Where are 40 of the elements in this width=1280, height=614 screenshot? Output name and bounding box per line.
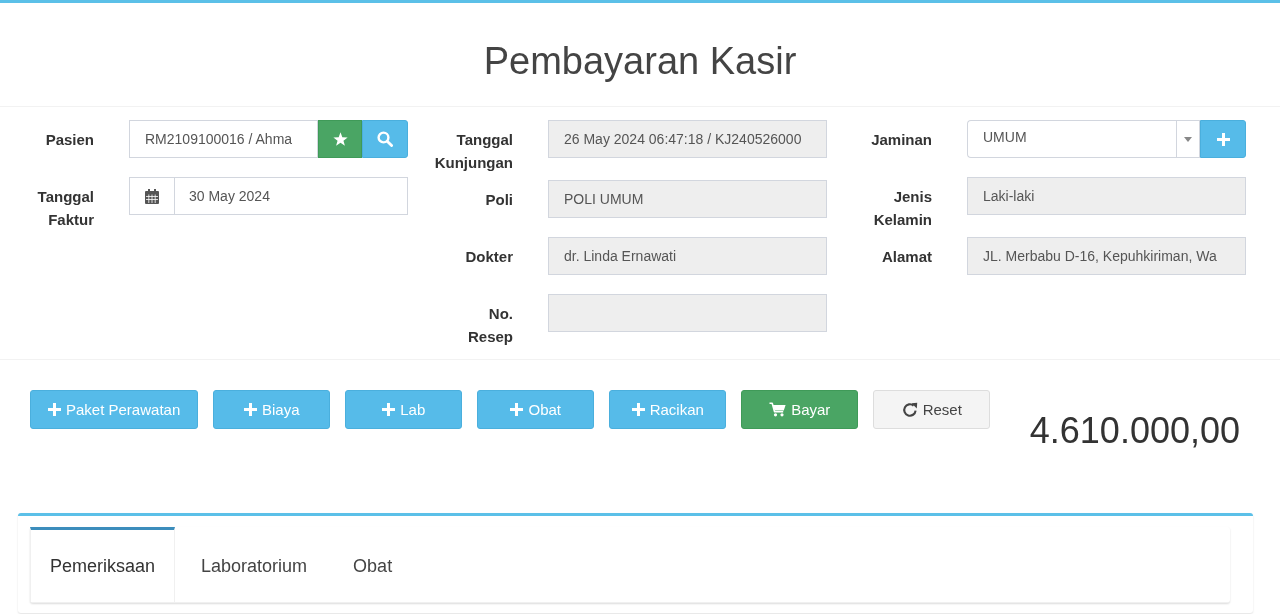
date-field[interactable]: 30 May 2024 xyxy=(175,177,408,215)
reset-button[interactable]: Reset xyxy=(873,390,991,429)
plus-icon xyxy=(1216,132,1230,146)
select-field[interactable]: UMUM xyxy=(967,120,1200,158)
plus-icon xyxy=(510,403,524,416)
field-label: Jaminan xyxy=(871,130,932,150)
text-field[interactable]: dr. Linda Ernawati xyxy=(548,237,827,275)
text-field[interactable] xyxy=(548,294,827,332)
refresh-icon xyxy=(901,401,918,418)
text-field[interactable]: 26 May 2024 06:47:18 / KJ240526000 xyxy=(548,120,827,158)
tab[interactable]: Pemeriksaan xyxy=(30,527,176,602)
field-label: No. Resep xyxy=(468,304,513,347)
field-label: Jenis Kelamin xyxy=(873,187,932,230)
plus-icon xyxy=(382,403,396,416)
star-icon xyxy=(332,132,348,146)
cart-icon xyxy=(769,402,787,417)
add-button[interactable] xyxy=(1200,120,1246,158)
text-field[interactable]: Laki-laki xyxy=(967,177,1246,215)
plus-icon xyxy=(631,403,645,416)
caret-icon xyxy=(1184,136,1192,142)
page-title: Pembayaran Kasir xyxy=(483,39,797,84)
plus-icon xyxy=(244,403,257,416)
calendar-icon xyxy=(145,188,159,204)
tab[interactable]: Obat xyxy=(333,527,413,602)
calendar-button[interactable] xyxy=(129,177,175,215)
total-amount: 4.610.000,00 xyxy=(1029,410,1240,452)
field-label: Tanggal Faktur xyxy=(37,187,94,230)
text-field[interactable]: RM2109100016 / Ahma xyxy=(129,120,318,158)
text-field[interactable]: JL. Merbabu D-16, Kepuhkiriman, Wa xyxy=(967,237,1246,275)
field-label: Alamat xyxy=(881,247,932,267)
text-field[interactable]: POLI UMUM xyxy=(548,180,827,218)
tab[interactable]: Laboratorium xyxy=(181,527,328,602)
field-label: Poli xyxy=(485,190,513,210)
plus-icon xyxy=(48,403,61,416)
field-label: Tanggal Kunjungan xyxy=(434,130,513,173)
field-label: Dokter xyxy=(465,247,513,267)
search-icon xyxy=(377,131,393,147)
search-button[interactable] xyxy=(362,120,408,158)
field-label: Pasien xyxy=(45,130,94,150)
star-button[interactable] xyxy=(318,120,362,158)
